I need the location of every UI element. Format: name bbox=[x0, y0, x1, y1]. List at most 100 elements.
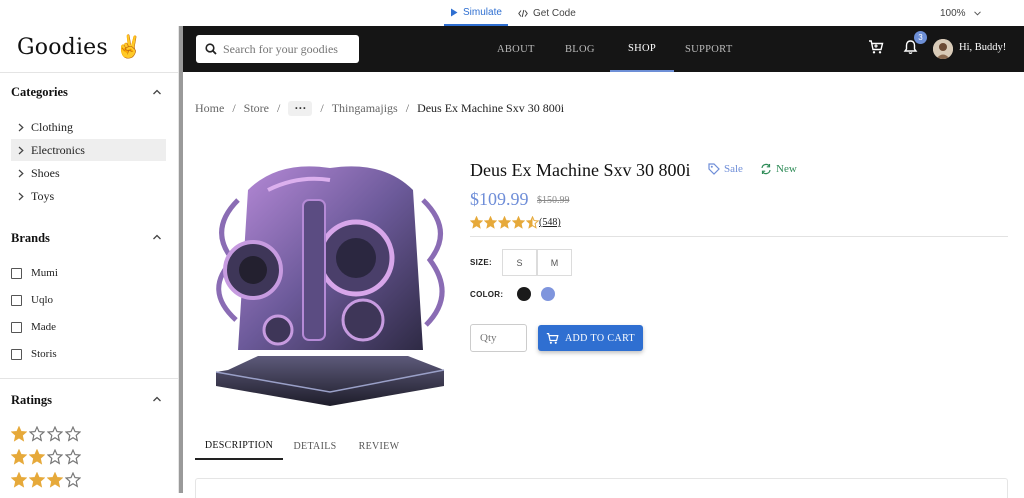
simulate-label: Simulate bbox=[463, 6, 502, 18]
chevron-up-icon[interactable] bbox=[152, 232, 162, 242]
checkbox[interactable] bbox=[11, 294, 22, 306]
breadcrumb-link[interactable]: Home bbox=[195, 101, 224, 116]
cart-icon bbox=[546, 332, 559, 344]
user-avatar-icon bbox=[933, 39, 953, 59]
chevron-right-icon bbox=[11, 146, 31, 155]
checkbox[interactable] bbox=[11, 321, 22, 333]
product-title: Deus Ex Machine Sxv 30 800i bbox=[470, 160, 691, 180]
breadcrumb-separator: / bbox=[277, 101, 281, 115]
user-greeting[interactable]: Hi, Buddy! bbox=[959, 42, 1006, 53]
new-label: New bbox=[776, 163, 797, 175]
code-icon bbox=[518, 9, 528, 17]
tab-description[interactable]: DESCRIPTION bbox=[195, 432, 283, 460]
avatar[interactable] bbox=[933, 39, 953, 59]
star-icon bbox=[512, 216, 525, 229]
nav-link-about[interactable]: ABOUT bbox=[497, 26, 535, 72]
simulate-tab[interactable]: Simulate bbox=[444, 0, 508, 26]
color-swatch-blue[interactable] bbox=[541, 287, 555, 301]
add-to-cart-button[interactable]: ADD TO CART bbox=[538, 325, 643, 351]
app-logo[interactable]: Goodies ✌ bbox=[17, 35, 143, 60]
nav-link-shop[interactable]: SHOP bbox=[610, 26, 674, 72]
rating-filter-item[interactable] bbox=[11, 472, 81, 488]
star-icon bbox=[65, 426, 81, 442]
checkbox[interactable] bbox=[11, 267, 22, 279]
size-option-m[interactable]: M bbox=[537, 249, 572, 276]
sale-label: Sale bbox=[724, 163, 743, 175]
color-swatch-black[interactable] bbox=[517, 287, 531, 301]
brand-label: Storis bbox=[31, 348, 57, 360]
star-icon bbox=[29, 472, 45, 488]
brand-label: Made bbox=[31, 321, 57, 333]
chevron-right-icon bbox=[11, 169, 31, 178]
brand-filter-item[interactable]: Made bbox=[11, 321, 56, 333]
rating-filter-item[interactable] bbox=[11, 426, 81, 442]
product-price: $109.99 bbox=[470, 189, 529, 209]
chevron-right-icon bbox=[11, 123, 31, 132]
rating-filter-item[interactable] bbox=[11, 449, 81, 465]
sidebar-item-category[interactable]: Toys bbox=[11, 185, 166, 207]
star-icon bbox=[65, 472, 81, 488]
checkbox[interactable] bbox=[11, 348, 22, 360]
search-icon bbox=[205, 43, 217, 55]
breadcrumb-link[interactable]: ··· bbox=[288, 101, 313, 116]
star-icon bbox=[11, 449, 27, 465]
add-to-cart-label: ADD TO CART bbox=[564, 332, 636, 344]
review-count-link[interactable]: (548) bbox=[539, 217, 561, 228]
sidebar-item-category[interactable]: Clothing bbox=[11, 116, 166, 138]
brands-heading: Brands bbox=[11, 231, 50, 245]
brand-label: Uqlo bbox=[31, 294, 53, 306]
original-price: $150.99 bbox=[537, 195, 570, 206]
star-icon bbox=[526, 216, 539, 229]
star-icon bbox=[470, 216, 483, 229]
star-icon bbox=[498, 216, 511, 229]
star-icon bbox=[11, 426, 27, 442]
refresh-icon bbox=[761, 163, 771, 175]
tab-review[interactable]: REVIEW bbox=[350, 432, 408, 460]
chevron-up-icon[interactable] bbox=[152, 394, 162, 404]
chevron-right-icon bbox=[11, 192, 31, 201]
color-label: COLOR: bbox=[470, 290, 504, 299]
editor-toolbar: Simulate Get Code 100% bbox=[0, 0, 1024, 26]
nav-link-blog[interactable]: BLOG bbox=[565, 26, 595, 72]
star-icon bbox=[484, 216, 497, 229]
category-label: Clothing bbox=[31, 119, 74, 134]
search-box[interactable] bbox=[196, 35, 359, 63]
nav-link-support[interactable]: SUPPORT bbox=[685, 26, 733, 72]
sidebar-resize-handle[interactable] bbox=[179, 26, 183, 493]
sidebar-divider bbox=[0, 72, 179, 73]
sidebar-item-category[interactable]: Shoes bbox=[11, 162, 166, 184]
size-option-s[interactable]: S bbox=[502, 249, 537, 276]
chevron-up-icon[interactable] bbox=[152, 87, 162, 97]
sidebar-divider bbox=[0, 378, 179, 379]
star-icon bbox=[47, 472, 63, 488]
breadcrumb-link[interactable]: Thingamajigs bbox=[332, 101, 398, 116]
brand-filter-item[interactable]: Storis bbox=[11, 348, 57, 360]
search-input[interactable] bbox=[223, 41, 358, 57]
brand-filter-item[interactable]: Uqlo bbox=[11, 294, 53, 306]
zoom-select[interactable]: 100% bbox=[940, 0, 981, 26]
brand-filter-item[interactable]: Mumi bbox=[11, 267, 58, 279]
cart-icon[interactable] bbox=[868, 39, 884, 55]
star-icon bbox=[29, 426, 45, 442]
star-icon bbox=[65, 449, 81, 465]
breadcrumb: Home / Store / ··· / Thingamajigs / Deus Ex Mach… bbox=[195, 101, 564, 116]
play-icon bbox=[451, 8, 458, 16]
star-icon bbox=[29, 449, 45, 465]
product-image bbox=[215, 166, 445, 406]
size-label: SIZE: bbox=[470, 258, 492, 267]
category-label: Shoes bbox=[31, 165, 60, 180]
breadcrumb-separator: / bbox=[320, 101, 324, 115]
star-icon bbox=[11, 472, 27, 488]
categories-heading: Categories bbox=[11, 85, 68, 99]
tab-details[interactable]: DETAILS bbox=[285, 432, 345, 460]
sidebar-item-category[interactable]: Electronics bbox=[11, 139, 166, 161]
star-icon bbox=[47, 449, 63, 465]
breadcrumb-link[interactable]: Store bbox=[244, 101, 269, 116]
star-icon bbox=[47, 426, 63, 442]
info-divider bbox=[470, 236, 1008, 237]
chevron-down-icon bbox=[973, 10, 981, 16]
get-code-tab[interactable]: Get Code bbox=[518, 0, 576, 26]
quantity-input[interactable] bbox=[470, 324, 527, 352]
notification-badge: 3 bbox=[914, 31, 927, 44]
breadcrumb-current: Deus Ex Machine Sxv 30 800i bbox=[417, 101, 565, 115]
